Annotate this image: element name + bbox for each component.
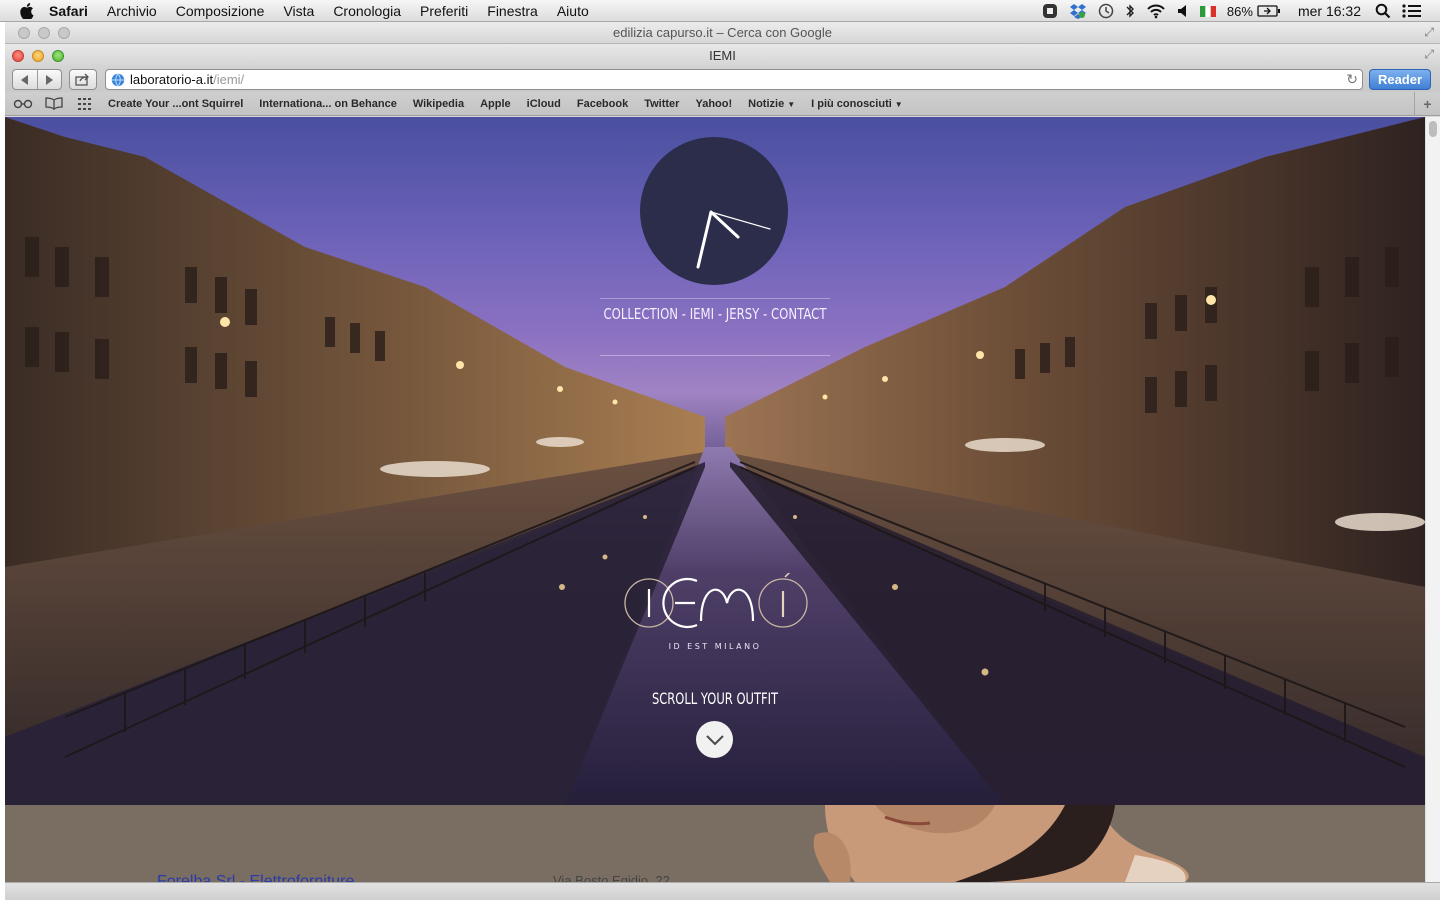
safari-window: IEMI ⤢ laboratorio-a.it/iemi/ ↻ Reader C… xyxy=(5,44,1440,900)
window-title: IEMI xyxy=(709,48,736,63)
bookmarks-bar: Create Your ...ont Squirrel Internationa… xyxy=(5,92,1440,116)
share-icon xyxy=(75,73,89,86)
chevron-down-icon xyxy=(705,734,724,745)
menu-vista[interactable]: Vista xyxy=(283,3,314,19)
bookmark-item[interactable]: Wikipedia xyxy=(413,98,464,110)
scrollbar-thumb[interactable] xyxy=(1429,121,1437,137)
nav-jersy[interactable]: JERSY xyxy=(726,305,760,323)
evernote-icon[interactable] xyxy=(1042,3,1058,19)
nav-separator: - xyxy=(678,305,690,323)
iemi-logo xyxy=(624,573,808,629)
bookmark-item[interactable]: Create Your ...ont Squirrel xyxy=(108,98,243,110)
menu-finestra[interactable]: Finestra xyxy=(487,3,538,19)
battery-icon[interactable] xyxy=(1257,5,1281,17)
footer-address: Via Bosto Egidio, 22 xyxy=(553,873,670,882)
bookmark-item[interactable]: Yahoo! xyxy=(695,98,732,110)
address-bar[interactable]: laboratorio-a.it/iemi/ ↻ xyxy=(105,69,1363,90)
fullscreen-icon[interactable]: ⤢ xyxy=(1424,25,1434,40)
bookmark-item[interactable]: iCloud xyxy=(527,98,561,110)
status-bar xyxy=(5,882,1440,900)
spotlight-icon[interactable] xyxy=(1375,3,1391,19)
menu-aiuto[interactable]: Aiuto xyxy=(557,3,589,19)
clock-hands-icon xyxy=(696,210,771,269)
model-photo xyxy=(813,805,1189,882)
logo-tagline: ID EST MILANO xyxy=(668,642,762,651)
fullscreen-icon[interactable]: ⤢ xyxy=(1424,47,1434,62)
hero-section: COLLECTION - IEMI - JERSY - CONTACT ID E… xyxy=(5,117,1425,805)
url-host: laboratorio-a.it xyxy=(130,72,214,87)
nav-separator: - xyxy=(714,305,726,323)
bookmark-item[interactable]: Internationa... on Behance xyxy=(259,98,397,110)
reading-list-icon[interactable] xyxy=(13,99,33,109)
back-arrow-icon xyxy=(20,74,28,85)
nav-collection[interactable]: COLLECTION xyxy=(604,305,679,323)
bookmarks-icon[interactable] xyxy=(44,97,64,110)
volume-icon[interactable] xyxy=(1177,4,1189,18)
hero-nav: COLLECTION - IEMI - JERSY - CONTACT xyxy=(161,305,1269,323)
back-button[interactable] xyxy=(13,70,37,89)
menu-safari[interactable]: Safari xyxy=(49,3,88,19)
bookmark-item[interactable]: Facebook xyxy=(577,98,628,110)
forward-arrow-icon xyxy=(46,74,54,85)
apple-icon[interactable] xyxy=(17,1,37,21)
url-path: /iemi/ xyxy=(213,72,245,87)
bluetooth-icon[interactable] xyxy=(1125,3,1135,19)
nav-divider-top xyxy=(600,298,830,299)
globe-icon xyxy=(111,73,125,87)
reader-button[interactable]: Reader xyxy=(1369,69,1431,90)
vertical-scrollbar[interactable] xyxy=(1425,117,1440,882)
notification-center-icon[interactable] xyxy=(1402,3,1422,19)
menu-composizione[interactable]: Composizione xyxy=(176,3,265,19)
nav-divider-bottom xyxy=(600,355,830,356)
clock-logo[interactable] xyxy=(640,137,788,285)
bookmark-item[interactable]: Apple xyxy=(480,98,511,110)
footer-link[interactable]: Forelba Srl - Elettroforniture xyxy=(157,873,354,882)
time-machine-icon[interactable] xyxy=(1098,3,1114,19)
reload-icon[interactable]: ↻ xyxy=(1346,71,1358,88)
nav-contact[interactable]: CONTACT xyxy=(771,305,826,323)
chevron-down-icon: ▼ xyxy=(894,99,903,109)
share-button[interactable] xyxy=(69,69,97,90)
scroll-prompt: SCROLL YOUR OUTFIT xyxy=(651,689,779,708)
new-tab-icon[interactable]: + xyxy=(1414,92,1440,116)
bookmark-folder-top[interactable]: I più conosciuti ▼ xyxy=(811,98,903,110)
toolbar: laboratorio-a.it/iemi/ ↻ Reader xyxy=(5,68,1440,92)
menu-preferiti[interactable]: Preferiti xyxy=(420,3,468,19)
menu-cronologia[interactable]: Cronologia xyxy=(333,3,401,19)
battery-percent: 86% xyxy=(1226,3,1253,19)
nav-separator: - xyxy=(759,305,771,323)
scroll-down-button[interactable] xyxy=(696,721,733,758)
web-content: COLLECTION - IEMI - JERSY - CONTACT ID E… xyxy=(5,117,1425,882)
bookmark-folder-notizie[interactable]: Notizie ▼ xyxy=(748,98,795,110)
top-sites-icon[interactable] xyxy=(75,97,95,110)
wifi-icon[interactable] xyxy=(1146,3,1166,19)
nav-iemi[interactable]: IEMI xyxy=(690,305,714,323)
forward-button[interactable] xyxy=(36,70,62,89)
background-window-title: edilizia capurso.it – Cerca con Google xyxy=(613,25,832,40)
chevron-down-icon: ▼ xyxy=(787,99,796,109)
nav-buttons xyxy=(12,69,62,90)
window-titlebar[interactable]: IEMI ⤢ xyxy=(5,44,1440,68)
menubar-clock[interactable]: mer 16:32 xyxy=(1298,3,1361,19)
collection-section: Forelba Srl - Elettroforniture Via Bosto… xyxy=(5,805,1425,882)
dropbox-icon[interactable] xyxy=(1069,3,1087,19)
menubar: Safari Archivio Composizione Vista Crono… xyxy=(0,0,1440,22)
menu-archivio[interactable]: Archivio xyxy=(107,3,157,19)
bookmark-item[interactable]: Twitter xyxy=(644,98,679,110)
background-window[interactable]: edilizia capurso.it – Cerca con Google ⤢ xyxy=(5,22,1440,44)
italy-flag-icon[interactable] xyxy=(1199,5,1216,17)
